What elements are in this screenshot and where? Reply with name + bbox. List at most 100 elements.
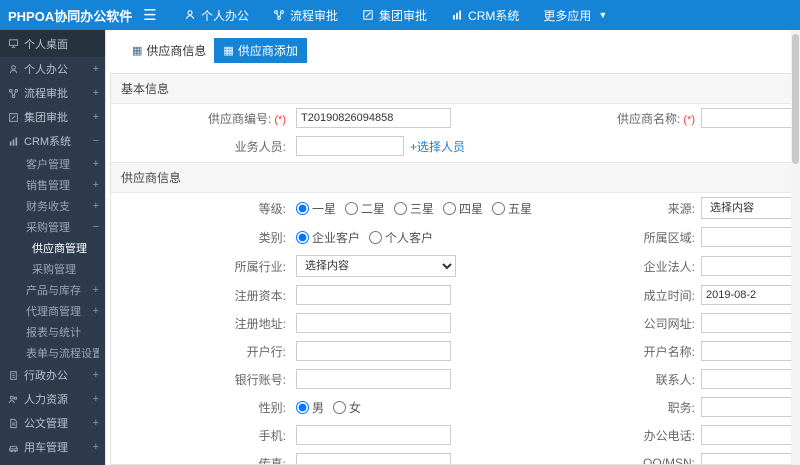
sidebar-item-document-mgmt[interactable]: 公文管理 + [0,411,105,435]
sidebar-item-workflow-approval[interactable]: 流程审批 + [0,81,105,105]
row-supplier-no-name: 供应商编号:(*) 供应商名称:(*) [111,104,799,132]
expand-icon: + [92,199,99,212]
bar-chart-icon [8,136,19,147]
staff-label: 业务人员: [234,139,286,154]
sidebar-item-hr[interactable]: 人力资源 + [0,387,105,411]
edit-icon [8,112,19,123]
sidebar-item-personal-office[interactable]: 个人办公 + [0,57,105,81]
supplier-name-input[interactable] [701,108,799,128]
nav-crm-system[interactable]: CRM系统 [439,0,531,30]
main-nav: 个人办公 流程审批 集团审批 CRM系统 更多应用 ▼ [172,0,619,30]
bank-account-input[interactable] [296,369,451,389]
job-title-input[interactable] [701,397,799,417]
row-staff: 业务人员: +选择人员 [111,132,799,160]
row-mobile-officephone: 手机: 办公电话: [111,421,799,449]
office-phone-input[interactable] [701,425,799,445]
supplier-name-label: 供应商名称: (*) [617,111,695,126]
nav-workflow-approval[interactable]: 流程审批 [261,0,350,30]
app-root: PHPOA协同办公软件 ☰ 个人办公 流程审批 集团审批 CRM系统 更多应用 … [0,0,800,465]
capital-input[interactable] [296,285,451,305]
nav-personal-office[interactable]: 个人办公 [172,0,261,30]
row-gender-job: 性别: 男 女 职务: [111,393,799,421]
person-icon [8,64,19,75]
row-bank-accountname: 开户行: 开户名称: [111,337,799,365]
app-logo[interactable]: PHPOA协同办公软件 [0,6,132,25]
sidebar-item-sales-mgmt[interactable]: 销售管理 + [0,174,105,195]
top-navbar: PHPOA协同办公软件 ☰ 个人办公 流程审批 集团审批 CRM系统 更多应用 … [0,0,800,30]
tab-bar: ▦ 供应商信息 ▦ 供应商添加 [106,30,800,67]
tab-supplier-add[interactable]: ▦ 供应商添加 [214,38,307,63]
grade-radio-3star[interactable]: 三星 [394,200,434,217]
expand-icon: + [92,393,99,405]
job-title-label: 职务: [667,400,695,415]
sidebar-item-group-approval[interactable]: 集团审批 + [0,105,105,129]
fax-input[interactable] [296,453,451,464]
sidebar-item-finance[interactable]: 财务收支 + [0,195,105,216]
industry-label: 所属行业: [234,259,286,274]
industry-select[interactable]: 选择内容 [296,255,456,277]
source-label: 来源: [667,201,695,216]
car-icon [8,442,19,453]
qq-msn-input[interactable] [701,453,799,464]
bar-chart-icon [451,9,463,21]
account-name-input[interactable] [701,341,799,361]
edit-icon [362,9,374,21]
sidebar-item-customer-mgmt[interactable]: 客户管理 + [0,153,105,174]
row-bankaccount-contact: 银行账号: 联系人: [111,365,799,393]
nav-group-approval[interactable]: 集团审批 [350,0,439,30]
sidebar-item-purchase-mgmt[interactable]: 采购管理 − [0,216,105,237]
gender-label: 性别: [258,400,286,415]
legal-person-input[interactable] [701,256,799,276]
menu-toggle-icon[interactable]: ☰ [136,6,164,24]
category-radio-company[interactable]: 企业客户 [296,229,360,246]
row-capital-founded: 注册资本: 成立时间: [111,281,799,309]
building-icon [8,370,19,381]
grade-radio-5star[interactable]: 五星 [492,200,532,217]
sidebar-item-form-flow-settings[interactable]: 表单与流程设置+ [0,342,105,363]
main-area: 个人桌面 个人办公 + 流程审批 + 集团审批 + CRM系统 − 客户管理 +… [0,30,800,465]
gender-radio-male[interactable]: 男 [296,399,324,416]
table-icon: ▦ [132,45,143,57]
bank-input[interactable] [296,341,451,361]
choose-person-link[interactable]: +选择人员 [410,138,465,155]
sidebar-item-purchase-sub[interactable]: 采购管理 [0,258,105,279]
contact-input[interactable] [701,369,799,389]
website-input[interactable] [701,313,799,333]
expand-icon: + [92,283,99,296]
scrollbar-thumb[interactable] [792,34,799,164]
row-industry-legal: 所属行业: 选择内容 企业法人: [111,251,799,281]
grade-radio-1star[interactable]: 一星 [296,200,336,217]
sidebar-item-product-inventory[interactable]: 产品与库存 + [0,279,105,300]
section-supplier-info: 供应商信息 [111,162,799,193]
section-basic-info: 基本信息 [111,74,799,104]
website-label: 公司网址: [643,316,695,331]
gender-radio-female[interactable]: 女 [333,399,361,416]
sidebar-item-admin-office[interactable]: 行政办公 + [0,363,105,387]
sidebar-item-archive-mgmt[interactable]: 档案管理 + [0,459,105,465]
legal-person-label: 企业法人: [643,259,695,274]
contact-label: 联系人: [655,372,695,387]
reg-address-input[interactable] [296,313,451,333]
grade-radio-2star[interactable]: 二星 [345,200,385,217]
sidebar-item-vehicle-mgmt[interactable]: 用车管理 + [0,435,105,459]
grade-radio-4star[interactable]: 四星 [443,200,483,217]
sidebar-item-agent-mgmt[interactable]: 代理商管理 + [0,300,105,321]
sidebar-item-crm-system[interactable]: CRM系统 − [0,129,105,153]
region-input[interactable] [701,227,799,247]
founded-input[interactable] [701,285,799,305]
row-fax-qq: 传真: QQ/MSN: [111,449,799,464]
category-radio-personal[interactable]: 个人客户 [369,229,433,246]
category-label: 类别: [258,230,286,245]
mobile-input[interactable] [296,425,451,445]
source-select[interactable]: 选择内容 [701,197,799,219]
sidebar-item-desktop[interactable]: 个人桌面 [0,30,105,57]
tab-supplier-info[interactable]: ▦ 供应商信息 [132,42,206,59]
expand-icon: + [92,441,99,453]
supplier-no-input[interactable] [296,108,451,128]
content-area: ▦ 供应商信息 ▦ 供应商添加 基本信息 供应商编号:(*) 供应商名称:(* [105,30,800,465]
founded-label: 成立时间: [643,288,695,303]
sidebar-item-reports-stats[interactable]: 报表与统计 [0,321,105,342]
sidebar-item-supplier-mgmt[interactable]: 供应商管理 [0,237,105,258]
staff-input[interactable] [296,136,404,156]
nav-more-apps[interactable]: 更多应用 ▼ [531,0,619,30]
